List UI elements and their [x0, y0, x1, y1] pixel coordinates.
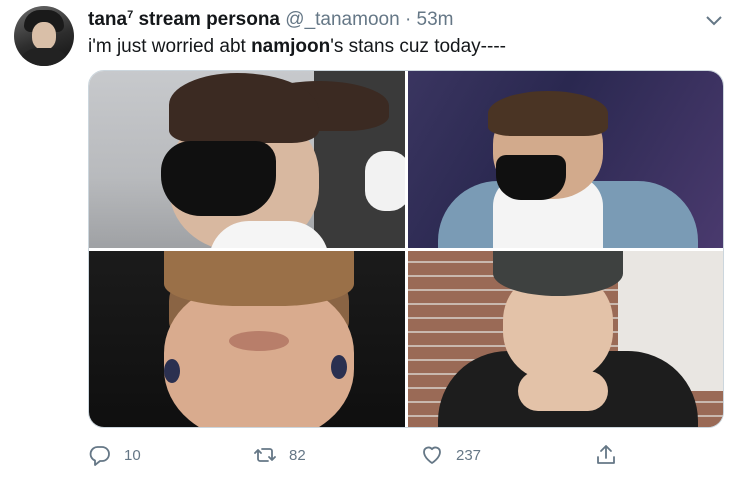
avatar-face: [32, 22, 56, 50]
user-handle[interactable]: @_tanamoon: [285, 9, 399, 30]
like-button[interactable]: 237: [420, 440, 481, 470]
photo-1[interactable]: [89, 71, 405, 248]
reply-icon: [89, 446, 110, 466]
photo-4[interactable]: [408, 251, 723, 427]
share-button[interactable]: [594, 440, 618, 470]
tweet-header: tana7 stream persona @_tanamoon · 53m: [88, 9, 454, 31]
reply-button[interactable]: 10: [88, 440, 141, 470]
tweet-text: i'm just worried abt namjoon's stans cuz…: [88, 36, 506, 57]
display-name[interactable]: tana7 stream persona: [88, 9, 280, 30]
retweet-button[interactable]: 82: [253, 440, 306, 470]
photo-3[interactable]: [89, 251, 405, 427]
avatar[interactable]: [14, 6, 74, 66]
reply-count: 10: [124, 446, 141, 464]
chevron-down-icon[interactable]: [702, 10, 726, 30]
media-grid: [88, 70, 724, 428]
retweet-icon: [254, 448, 276, 462]
like-count: 237: [456, 446, 482, 464]
mention-bold: namjoon: [251, 36, 331, 57]
separator-dot: ·: [404, 9, 412, 30]
avatar-shirt: [18, 48, 70, 66]
share-icon: [597, 445, 615, 464]
heart-icon: [423, 446, 441, 464]
retweet-count: 82: [289, 446, 306, 464]
timestamp[interactable]: 53m: [417, 9, 454, 30]
photo-2[interactable]: [408, 71, 723, 248]
tweet-actions: 10 82 237: [88, 440, 648, 470]
